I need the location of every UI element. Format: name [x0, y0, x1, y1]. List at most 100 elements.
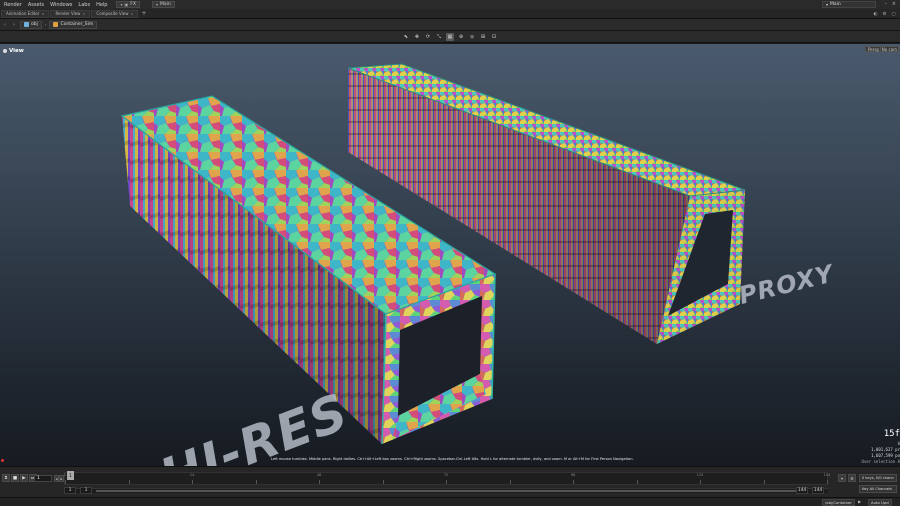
- forward-icon[interactable]: ›: [11, 22, 17, 28]
- tick-label: 96: [570, 473, 576, 477]
- scene-render: [120, 63, 746, 445]
- tick-mark: [827, 480, 828, 484]
- pane-tools: ◐ ⚙ ▢: [872, 11, 897, 18]
- path-node-label: Container_Sim: [60, 22, 94, 27]
- selection-mode: User selection A: [861, 459, 900, 464]
- tick-mark: [192, 480, 193, 484]
- auto-update-toggle[interactable]: Auto Upd: [868, 499, 892, 506]
- maximize-icon[interactable]: ▢: [890, 11, 897, 18]
- path-bar: ‹ › obj › Container_Sim: [0, 19, 900, 31]
- arrow-icon[interactable]: ▶: [858, 499, 861, 504]
- realtime-toggle-icon[interactable]: ⧗: [2, 474, 10, 482]
- path-obj[interactable]: obj: [20, 20, 42, 29]
- key-all-channels-button[interactable]: Key All Channels: [859, 485, 897, 493]
- add-tab-icon[interactable]: +: [141, 10, 146, 17]
- tab-render-view[interactable]: Render View ×: [50, 9, 91, 18]
- tick-mark: [636, 480, 638, 484]
- menu-help[interactable]: Help: [93, 2, 110, 8]
- menu-labs[interactable]: Labs: [75, 2, 93, 8]
- tick-label: 24: [189, 473, 195, 477]
- viewport-name[interactable]: View: [3, 48, 24, 54]
- tick-mark: [446, 480, 447, 484]
- range-end2-input[interactable]: 144: [812, 487, 824, 494]
- pin-icon[interactable]: ◐: [872, 11, 879, 18]
- main-dropdown[interactable]: ▾ Main: [822, 1, 876, 8]
- range-slider[interactable]: [96, 490, 796, 492]
- play-icon[interactable]: ▶: [20, 474, 28, 482]
- tick-label: 72: [443, 473, 449, 477]
- record-indicator-icon: [1, 459, 4, 462]
- stop-icon[interactable]: ■: [11, 474, 19, 482]
- close-icon[interactable]: ×: [131, 12, 134, 16]
- tick-mark: [65, 480, 66, 484]
- tab-label: Animation Editor: [6, 11, 40, 16]
- viewport-hint: Left mouse tumbles. Middle pans. Right d…: [271, 457, 634, 461]
- tab-label: Composite View: [96, 11, 129, 16]
- close-icon[interactable]: ×: [892, 1, 896, 7]
- minimize-icon[interactable]: –: [885, 1, 888, 7]
- path-obj-label: obj: [31, 22, 38, 27]
- back-icon[interactable]: ‹: [2, 22, 8, 28]
- houdini-app: Render Assets Windows Labs Help ▾ ▣ FX ▾…: [0, 0, 900, 506]
- path-node[interactable]: Container_Sim: [49, 20, 98, 29]
- snap-grid-icon[interactable]: ⊞: [479, 33, 487, 41]
- key-settings-icon[interactable]: ⚙: [848, 474, 856, 482]
- object-network-icon: [24, 22, 29, 27]
- playhead[interactable]: 1: [67, 471, 74, 480]
- current-frame-input[interactable]: 1: [34, 475, 52, 482]
- close-icon[interactable]: ×: [82, 12, 85, 16]
- range-start2-input[interactable]: 1: [80, 487, 92, 494]
- geometry-node-icon: [53, 22, 59, 27]
- menu-bar: Render Assets Windows Labs Help ▾ ▣ FX ▾…: [0, 0, 900, 9]
- desktop-selector[interactable]: ▾ ▣ FX: [116, 1, 140, 8]
- tick-mark: [509, 480, 511, 484]
- tab-composite-view[interactable]: Composite View ×: [91, 9, 139, 18]
- viewport-name-label: View: [9, 48, 24, 54]
- chevron-down-icon: ▾: [155, 2, 158, 7]
- chevron-right-icon: ›: [44, 22, 47, 27]
- scene-viewport[interactable]: View Persp No cam HI-RES PROXY 15f 0 1,0…: [0, 44, 900, 466]
- tick-mark: [319, 480, 320, 484]
- chevron-down-icon: ▾: [826, 2, 829, 7]
- chevron-down-icon: ▾: [120, 2, 123, 7]
- tab-animation-editor[interactable]: Animation Editor ×: [1, 9, 50, 18]
- camera-icon: [3, 49, 7, 53]
- desktop-label: FX: [130, 2, 136, 7]
- tick-mark: [128, 480, 130, 484]
- shelf-selector[interactable]: ▾ Main: [151, 1, 175, 8]
- status-bar: /obj/Container ▶ Auto Upd: [0, 497, 900, 506]
- tick-mark: [700, 480, 701, 484]
- menu-render[interactable]: Render: [1, 2, 25, 8]
- camera-menu[interactable]: No cam: [879, 46, 899, 52]
- shelf-label: Main: [159, 2, 171, 7]
- playback-controls: ⧗ ■ ▶ ⏭: [2, 474, 37, 482]
- view-tool-icon[interactable]: ▦: [446, 32, 454, 41]
- handle-tool-icon[interactable]: ⊕: [457, 33, 465, 41]
- rotate-tool-icon[interactable]: ⟳: [424, 33, 432, 41]
- viewport-toolbar: ⬉ ✥ ⟳ ⤡ ▦ ⊕ ● ⊞ ⊡: [0, 31, 900, 43]
- tick-mark: [382, 480, 384, 484]
- tick-label: 144: [823, 473, 831, 477]
- status-path[interactable]: /obj/Container: [822, 499, 855, 506]
- tick-label: 1: [63, 473, 67, 477]
- menu-windows[interactable]: Windows: [47, 2, 75, 8]
- timeline-ruler[interactable]: 1 1 24 48 72 96 120 144: [63, 471, 831, 485]
- scale-tool-icon[interactable]: ⤡: [435, 33, 443, 41]
- move-tool-icon[interactable]: ✥: [413, 33, 421, 41]
- range-end-input[interactable]: 144: [796, 487, 808, 494]
- key-icon[interactable]: ⌖: [838, 474, 846, 482]
- menu-assets[interactable]: Assets: [25, 2, 47, 8]
- point-count: 1,607,599 po: [871, 453, 900, 458]
- primitive-count: 1,001,627 pr: [871, 447, 900, 452]
- snap-point-icon[interactable]: ⊡: [490, 33, 498, 41]
- select-tool-icon[interactable]: ⬉: [402, 33, 410, 41]
- pose-tool-icon[interactable]: ●: [468, 33, 476, 41]
- keys-status[interactable]: 0 keys, 0/0 chann: [859, 474, 897, 482]
- settings-icon[interactable]: ⚙: [881, 11, 888, 18]
- tick-mark: [255, 480, 257, 484]
- range-start-input[interactable]: 1: [64, 487, 76, 494]
- fps-readout: 15f: [883, 429, 900, 439]
- tick-label: 48: [316, 473, 322, 477]
- close-icon[interactable]: ×: [42, 12, 45, 16]
- main-dropdown-label: Main: [830, 2, 841, 7]
